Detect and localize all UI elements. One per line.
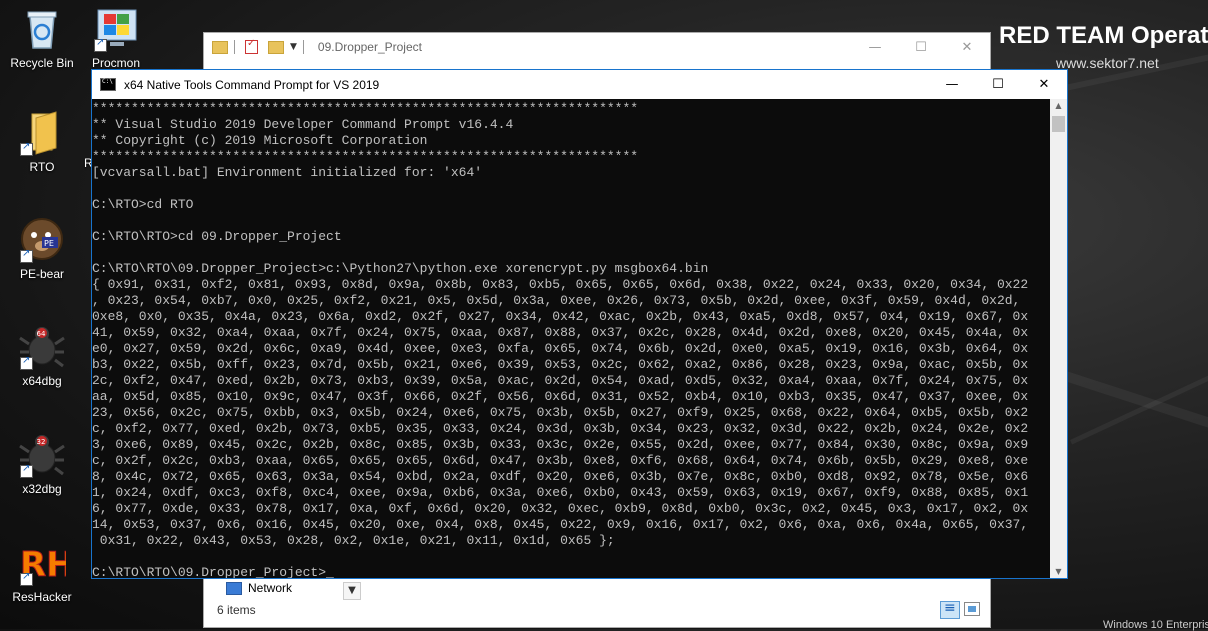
debugger-badge: 64 xyxy=(37,330,46,338)
console-line: 8, 0x4c, 0x72, 0x65, 0x63, 0x3a, 0x54, 0… xyxy=(92,469,1029,484)
shortcut-arrow-icon xyxy=(20,463,33,478)
console-text: ****************************************… xyxy=(92,99,1051,578)
desktop-icon-recycle-bin[interactable]: Recycle Bin xyxy=(6,4,78,70)
console-line: 3, 0xe6, 0x89, 0x45, 0x2c, 0x2b, 0x8c, 0… xyxy=(92,437,1029,452)
desktop-icon-label: RTO xyxy=(29,160,55,174)
chevron-down-icon[interactable]: ▼ xyxy=(343,582,361,600)
windows-edition-watermark: Windows 10 Enterprise xyxy=(1103,619,1208,631)
console-line: c, 0x2f, 0x2c, 0xb3, 0xaa, 0x65, 0x65, 0… xyxy=(92,453,1029,468)
console-output[interactable]: ****************************************… xyxy=(92,99,1051,578)
folder-icon xyxy=(18,108,66,156)
console-window[interactable]: x64 Native Tools Command Prompt for VS 2… xyxy=(91,69,1068,579)
minimize-button[interactable]: — xyxy=(852,40,898,55)
desktop-icon-label: x32dbg xyxy=(22,482,62,496)
minimize-button[interactable]: — xyxy=(929,77,975,92)
shortcut-arrow-icon xyxy=(20,571,33,586)
chevron-down-icon[interactable]: ▼ xyxy=(290,42,297,52)
brand-url: www.sektor7.net xyxy=(1056,55,1159,71)
debugger-badge: 32 xyxy=(37,438,46,446)
pe-bear-icon: PE xyxy=(18,215,66,263)
console-title: x64 Native Tools Command Prompt for VS 2… xyxy=(124,77,380,92)
vertical-scrollbar[interactable]: ▲ ▼ xyxy=(1050,99,1067,578)
console-line: b3, 0x22, 0x5b, 0xff, 0x23, 0x7d, 0x5b, … xyxy=(92,357,1029,372)
desktop-icon-rto[interactable]: RTO xyxy=(6,108,78,174)
status-item-count: 6 items xyxy=(217,603,256,617)
network-icon xyxy=(226,581,242,595)
console-line: ** Copyright (c) 2019 Microsoft Corporat… xyxy=(92,133,428,148)
x64dbg-icon: 64 xyxy=(18,322,66,370)
shortcut-arrow-icon xyxy=(20,355,33,370)
desktop-icon-reshacker[interactable]: RH ResHacker xyxy=(6,538,78,605)
console-line: C:\RTO\RTO\09.Dropper_Project> xyxy=(92,565,327,578)
nav-item-label: Network xyxy=(248,581,293,595)
scrollbar-thumb[interactable] xyxy=(1052,116,1065,132)
desktop-icon-pe-bear[interactable]: PE PE-bear xyxy=(6,215,78,281)
reshacker-icon: RH xyxy=(18,538,75,586)
shortcut-arrow-icon xyxy=(20,248,33,263)
console-line: aa, 0x5d, 0x85, 0x10, 0x9c, 0x47, 0x3f, … xyxy=(92,389,1029,404)
console-line: 1, 0x24, 0xdf, 0xc3, 0xf8, 0xc4, 0xee, 0… xyxy=(92,485,1029,500)
console-titlebar[interactable]: x64 Native Tools Command Prompt for VS 2… xyxy=(92,70,1067,99)
divider xyxy=(302,40,304,54)
x32dbg-icon: 32 xyxy=(18,430,66,478)
console-line: ** Visual Studio 2019 Developer Command … xyxy=(92,117,514,132)
maximize-button[interactable]: ☐ xyxy=(898,40,944,55)
console-cursor: _ xyxy=(326,565,334,578)
console-line: 0x31, 0x22, 0x43, 0x53, 0x28, 0x2, 0x1e,… xyxy=(99,533,615,548)
desktop-icon-label: x64dbg xyxy=(22,374,62,388)
console-line: 2c, 0xf2, 0x47, 0xed, 0x2b, 0x73, 0xb3, … xyxy=(92,373,1029,388)
desktop-icon-label: Recycle Bin xyxy=(10,56,74,70)
explorer-title: 09.Dropper_Project xyxy=(317,40,422,54)
console-line: 14, 0x53, 0x37, 0x6, 0x16, 0x45, 0x20, 0… xyxy=(92,517,1029,532)
desktop-icon-x32dbg[interactable]: 32 x32dbg xyxy=(6,430,78,496)
console-line: C:\RTO>cd RTO xyxy=(92,197,194,212)
desktop-icon-label: PE-bear xyxy=(19,267,65,281)
explorer-titlebar[interactable]: ▼ 09.Dropper_Project — ☐ ✕ xyxy=(204,33,990,61)
procmon-icon xyxy=(92,4,140,52)
console-line: 41, 0x59, 0x32, 0xa4, 0xaa, 0x7f, 0x24, … xyxy=(92,325,1029,340)
maximize-button[interactable]: ☐ xyxy=(975,77,1021,92)
desktop-icon-label: Procmon xyxy=(91,56,141,70)
svg-text:PE: PE xyxy=(44,239,54,248)
console-line: 0xe8, 0x0, 0x35, 0x4a, 0x23, 0x6a, 0xd2,… xyxy=(92,309,1029,324)
console-line: 23, 0x56, 0x2c, 0x75, 0xbb, 0x3, 0x5b, 0… xyxy=(92,405,1029,420)
console-line: C:\RTO\RTO\09.Dropper_Project>c:\Python2… xyxy=(92,261,709,276)
recycle-bin-icon xyxy=(18,4,66,52)
shortcut-arrow-icon xyxy=(20,141,33,156)
properties-icon[interactable] xyxy=(245,38,258,54)
large-icons-view-icon[interactable] xyxy=(964,602,980,616)
nav-item-network[interactable]: Network xyxy=(226,581,292,595)
console-line: e0, 0x27, 0x59, 0x2d, 0x6c, 0xa9, 0x4d, … xyxy=(92,341,1029,356)
folder-icon xyxy=(212,40,228,54)
new-folder-icon[interactable] xyxy=(268,40,284,54)
divider xyxy=(234,40,235,54)
desktop-icon-label: ResHacker xyxy=(12,590,72,604)
brand-title: RED TEAM Operator xyxy=(999,22,1208,49)
console-line: ****************************************… xyxy=(92,149,639,164)
console-line: { 0x91, 0x31, 0xf2, 0x81, 0x93, 0x8d, 0x… xyxy=(92,277,1029,292)
close-button[interactable]: ✕ xyxy=(1021,77,1067,92)
scroll-down-icon[interactable]: ▼ xyxy=(1050,567,1067,576)
console-line: [vcvarsall.bat] Environment initialized … xyxy=(92,165,483,180)
shortcut-arrow-icon xyxy=(94,37,107,52)
close-button[interactable]: ✕ xyxy=(944,40,990,55)
scroll-up-icon[interactable]: ▲ xyxy=(1050,101,1067,110)
desktop-icon-x64dbg[interactable]: 64 x64dbg xyxy=(6,322,78,388)
console-line: C:\RTO\RTO>cd 09.Dropper_Project xyxy=(92,229,342,244)
console-line: c, 0xf2, 0x77, 0xed, 0x2b, 0x73, 0xb5, 0… xyxy=(92,421,1029,436)
console-line: 6, 0x77, 0xde, 0x33, 0x78, 0x17, 0xa, 0x… xyxy=(92,501,1029,516)
desktop-icon-procmon[interactable]: Procmon xyxy=(80,4,152,70)
details-view-icon[interactable] xyxy=(940,600,960,619)
console-line: ****************************************… xyxy=(92,101,639,116)
console-line: , 0x23, 0x54, 0xb7, 0x0, 0x25, 0xf2, 0x2… xyxy=(92,293,1021,308)
command-prompt-icon xyxy=(100,78,116,91)
